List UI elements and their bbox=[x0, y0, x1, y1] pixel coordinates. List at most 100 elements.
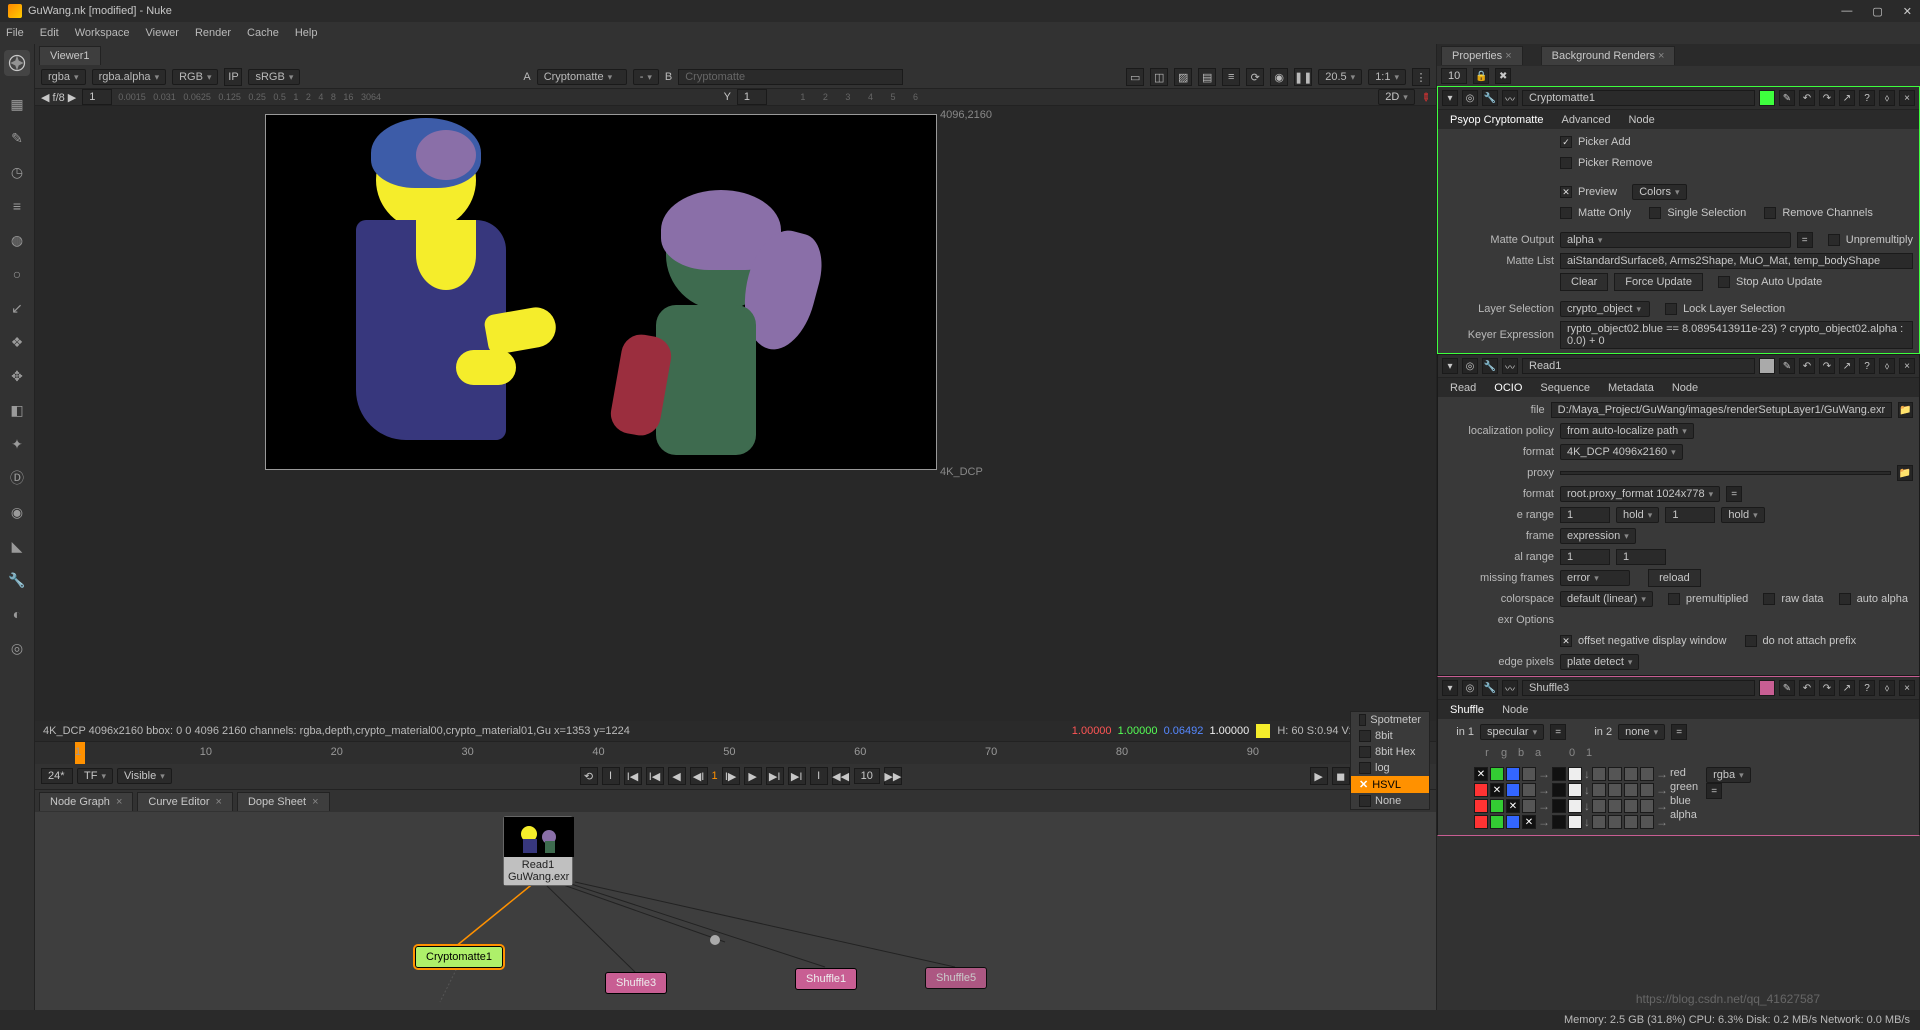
pin-icon[interactable]: ⬨ bbox=[1879, 90, 1895, 106]
note-icon[interactable]: ✎ bbox=[1779, 680, 1795, 696]
file-browser-icon[interactable]: 📁 bbox=[1898, 402, 1913, 418]
current-frame[interactable]: 1 bbox=[712, 770, 718, 782]
undo-icon[interactable]: ↶ bbox=[1799, 680, 1815, 696]
colorspace-dropdown[interactable]: default (linear) bbox=[1560, 591, 1653, 607]
last-frame-icon[interactable]: I bbox=[810, 767, 828, 785]
prev-key-icon[interactable]: I◀ bbox=[646, 767, 664, 785]
d-icon[interactable]: Ⓓ bbox=[7, 468, 27, 488]
ptab-shuffle[interactable]: Shuffle bbox=[1450, 704, 1484, 716]
view-mode-dropdown[interactable]: 2D bbox=[1378, 89, 1415, 105]
timeline-ruler[interactable]: 1102030405060708090100 bbox=[35, 742, 1436, 764]
preview-check[interactable] bbox=[1560, 186, 1572, 198]
center-icon[interactable]: ◎ bbox=[1462, 680, 1478, 696]
wrench-icon[interactable]: 🔧 bbox=[1482, 680, 1498, 696]
link-icon[interactable]: = bbox=[1797, 232, 1813, 248]
center-icon[interactable]: ◎ bbox=[1462, 90, 1478, 106]
refresh-icon[interactable]: ⟳ bbox=[1246, 68, 1264, 86]
tab-nodegraph[interactable]: Node Graph× bbox=[39, 792, 133, 811]
center-icon[interactable]: ◎ bbox=[1462, 358, 1478, 374]
ptab-node[interactable]: Node bbox=[1502, 704, 1528, 716]
offset-neg-check[interactable] bbox=[1560, 635, 1572, 647]
channel-a-dropdown[interactable]: rgba bbox=[41, 69, 86, 85]
circle-icon[interactable]: ○ bbox=[7, 264, 27, 284]
tab-viewer1[interactable]: Viewer1 bbox=[39, 46, 101, 65]
layer-sel-dropdown[interactable]: crypto_object bbox=[1560, 301, 1650, 317]
alrange-a-input[interactable]: 1 bbox=[1560, 549, 1610, 565]
grid-icon-vt[interactable]: ▤ bbox=[1198, 68, 1216, 86]
menu-item-hsvl[interactable]: ✕HSVL bbox=[1351, 776, 1429, 793]
float-icon[interactable]: ↗ bbox=[1839, 680, 1855, 696]
clear-panel-icon[interactable]: ✖ bbox=[1495, 68, 1511, 84]
node-name-input[interactable] bbox=[1522, 680, 1755, 696]
menu-help[interactable]: Help bbox=[295, 27, 318, 39]
ptab-node[interactable]: Node bbox=[1672, 382, 1698, 394]
removech-check[interactable] bbox=[1764, 207, 1776, 219]
mask-icon[interactable]: ◐ bbox=[7, 604, 27, 624]
stripe-icon[interactable]: ▨ bbox=[1174, 68, 1192, 86]
skip-count[interactable]: 10 bbox=[854, 768, 880, 784]
node-shuffle1[interactable]: Shuffle1 bbox=[795, 968, 857, 990]
menu-file[interactable]: File bbox=[6, 27, 24, 39]
node-color-swatch[interactable] bbox=[1759, 680, 1775, 696]
pin-icon[interactable]: ⬨ bbox=[1879, 680, 1895, 696]
wrench-icon[interactable]: 🔧 bbox=[1482, 90, 1498, 106]
layers-icon[interactable]: ❖ bbox=[7, 332, 27, 352]
skip-start-icon[interactable]: I◀ bbox=[624, 767, 642, 785]
tf-dropdown[interactable]: TF bbox=[77, 768, 113, 784]
frame-x-input[interactable]: 1 bbox=[82, 89, 112, 105]
collapse-icon[interactable]: ▾ bbox=[1442, 680, 1458, 696]
out-point-icon[interactable]: ◼ bbox=[1332, 767, 1350, 785]
in-point-icon[interactable]: ▶ bbox=[1310, 767, 1328, 785]
note-icon[interactable]: ✎ bbox=[1779, 90, 1795, 106]
preview-mode-dropdown[interactable]: Colors bbox=[1632, 184, 1686, 200]
move-icon[interactable]: ✥ bbox=[7, 366, 27, 386]
shuffle-matrix[interactable]: →→→→ ↓↓↓↓ →→→→ redgreenbluealpha rgba = bbox=[1444, 765, 1913, 831]
frame-y-input[interactable]: 1 bbox=[737, 89, 767, 105]
proxy-input[interactable] bbox=[1560, 471, 1891, 475]
undo-icon[interactable]: ↶ bbox=[1799, 90, 1815, 106]
clock-icon[interactable]: ◷ bbox=[7, 162, 27, 182]
ptab-read[interactable]: Read bbox=[1450, 382, 1476, 394]
input-b-field[interactable]: Cryptomatte bbox=[678, 69, 903, 85]
skip-back-icon[interactable]: ◀◀ bbox=[832, 767, 850, 785]
float-icon[interactable]: ↗ bbox=[1839, 358, 1855, 374]
ptab-node[interactable]: Node bbox=[1628, 114, 1654, 126]
play-fwd-icon[interactable]: ▶ bbox=[744, 767, 762, 785]
singlesel-check[interactable] bbox=[1649, 207, 1661, 219]
menu-viewer[interactable]: Viewer bbox=[146, 27, 179, 39]
tag-icon[interactable]: ◣ bbox=[7, 536, 27, 556]
lines-icon[interactable]: ≡ bbox=[7, 196, 27, 216]
zoom-dropdown[interactable]: 1:1 bbox=[1368, 69, 1406, 85]
help-icon[interactable]: ? bbox=[1859, 358, 1875, 374]
picker-remove-check[interactable] bbox=[1560, 157, 1572, 169]
range-b-input[interactable]: 1 bbox=[1665, 507, 1715, 523]
nuke-logo-icon[interactable] bbox=[4, 50, 30, 76]
node-name-input[interactable] bbox=[1522, 358, 1755, 374]
float-icon[interactable]: ↗ bbox=[1839, 90, 1855, 106]
play-back-icon[interactable]: ◀ bbox=[668, 767, 686, 785]
matte-output-dropdown[interactable]: alpha bbox=[1560, 232, 1791, 248]
skip-end-icon[interactable]: ▶I bbox=[788, 767, 806, 785]
input-a-dropdown[interactable]: Cryptomatte bbox=[537, 69, 627, 85]
help-icon[interactable]: ? bbox=[1859, 90, 1875, 106]
node-graph-canvas[interactable]: Read1GuWang.exr Cryptomatte1 Shuffle3 Sh… bbox=[35, 812, 1436, 1010]
menu-edit[interactable]: Edit bbox=[40, 27, 59, 39]
maximize-button[interactable]: ▢ bbox=[1872, 5, 1882, 18]
format-dropdown[interactable]: 4K_DCP 4096x2160 bbox=[1560, 444, 1683, 460]
clear-button[interactable]: Clear bbox=[1560, 273, 1608, 291]
matteonly-check[interactable] bbox=[1560, 207, 1572, 219]
next-key-icon[interactable]: ▶I bbox=[766, 767, 784, 785]
file-input[interactable]: D:/Maya_Project/GuWang/images/renderSetu… bbox=[1551, 402, 1893, 418]
graph-icon[interactable]: 〰 bbox=[1502, 90, 1518, 106]
collapse-icon[interactable]: ▾ bbox=[1442, 90, 1458, 106]
picker-add-check[interactable] bbox=[1560, 136, 1572, 148]
panel-count[interactable]: 10 bbox=[1441, 68, 1467, 84]
skip-fwd-icon[interactable]: ▶▶ bbox=[884, 767, 902, 785]
rgb-dropdown[interactable]: RGB bbox=[172, 69, 218, 85]
node-shuffle5[interactable]: Shuffle5 bbox=[925, 967, 987, 989]
sparkle-icon[interactable]: ✦ bbox=[7, 434, 27, 454]
range-a-input[interactable]: 1 bbox=[1560, 507, 1610, 523]
note-icon[interactable]: ✎ bbox=[1779, 358, 1795, 374]
arrow-bl-icon[interactable]: ↙ bbox=[7, 298, 27, 318]
menu-item-8bit[interactable]: 8bit bbox=[1351, 728, 1429, 744]
